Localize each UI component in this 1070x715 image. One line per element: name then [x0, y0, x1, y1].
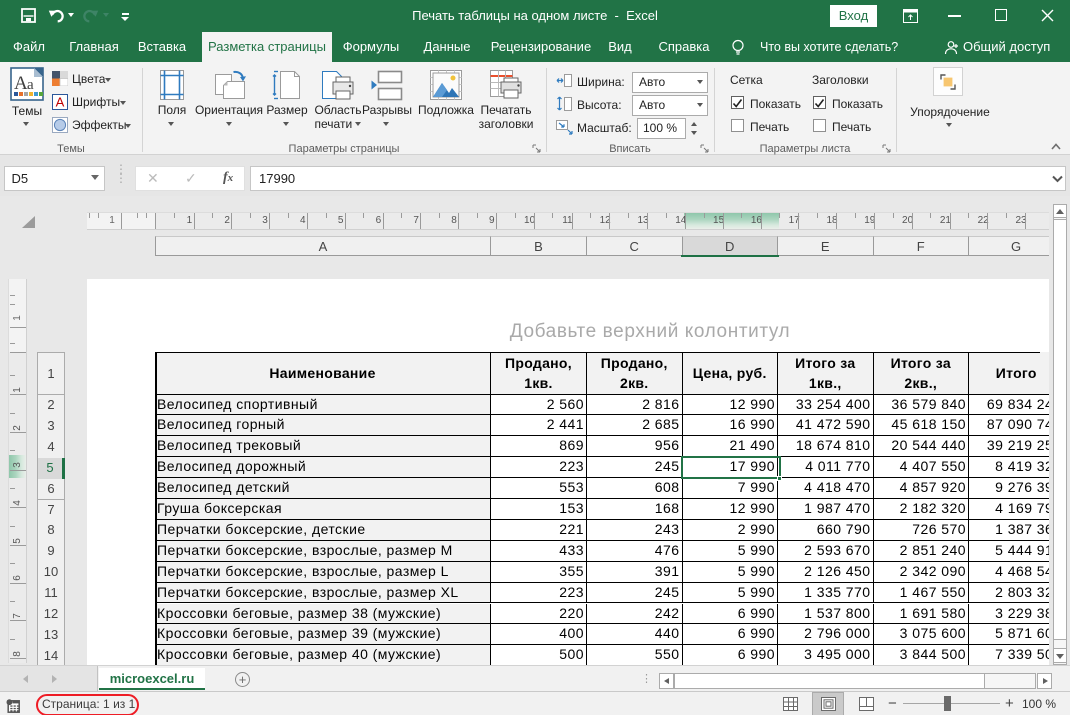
svg-text:a: a — [27, 77, 34, 93]
svg-text:A: A — [56, 95, 65, 110]
svg-text:A: A — [14, 73, 28, 94]
